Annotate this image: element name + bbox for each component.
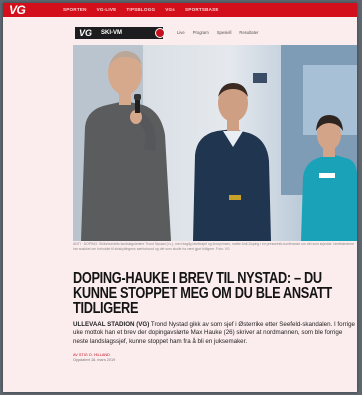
photo-caption: ANTI · DOPING: Skiforbundets landslagsle… <box>73 242 355 251</box>
section-bar: VG SKI-VM Live Program Spesiell Resultat… <box>67 27 357 41</box>
norway-emblem-icon <box>155 28 165 38</box>
nav-item-tipsblogg[interactable]: TIPSBLOGG <box>126 7 155 13</box>
nav-item-vg-live[interactable]: VG-LIVE <box>97 7 117 13</box>
section-nav-spesiell[interactable]: Spesiell <box>217 30 232 36</box>
byline-date: Oppdatert 18. mars 2019 <box>73 358 116 362</box>
nav-item-sporten[interactable]: SPORTEN <box>63 7 87 13</box>
nav-item-vgs[interactable]: VGs <box>165 7 175 13</box>
ski-vm-label: SKI-VM <box>101 30 122 36</box>
ski-vm-badge[interactable]: VG SKI-VM <box>75 27 165 39</box>
ski-vm-logo: VG <box>79 28 93 38</box>
top-navigation-bar: VG SPORTEN VG-LIVE TIPSBLOGG VGs SPORTSB… <box>3 3 357 17</box>
press-conference-photo <box>73 45 357 241</box>
nav-item-sportsbase[interactable]: SPORTSBASE <box>185 7 219 13</box>
byline: AV STIG O. HILLAND Oppdatert 18. mars 20… <box>73 353 115 363</box>
article-photo <box>73 45 357 241</box>
article-page: VG SPORTEN VG-LIVE TIPSBLOGG VGs SPORTSB… <box>3 3 357 392</box>
section-nav: Live Program Spesiell Resultater <box>177 30 259 36</box>
article-headline: Doping-Hauke i brev til Nystad: – Du kun… <box>73 270 332 317</box>
lead-dateline: ULLEVAAL STADION (VG) <box>73 321 150 328</box>
section-nav-live[interactable]: Live <box>177 30 185 36</box>
section-nav-program[interactable]: Program <box>193 30 209 36</box>
article-lead: ULLEVAAL STADION (VG) Trond Nystad gikk … <box>73 321 357 346</box>
vg-logo[interactable]: VG <box>9 4 26 16</box>
section-nav-resultater[interactable]: Resultater <box>239 30 258 36</box>
top-nav: SPORTEN VG-LIVE TIPSBLOGG VGs SPORTSBASE <box>63 7 219 13</box>
